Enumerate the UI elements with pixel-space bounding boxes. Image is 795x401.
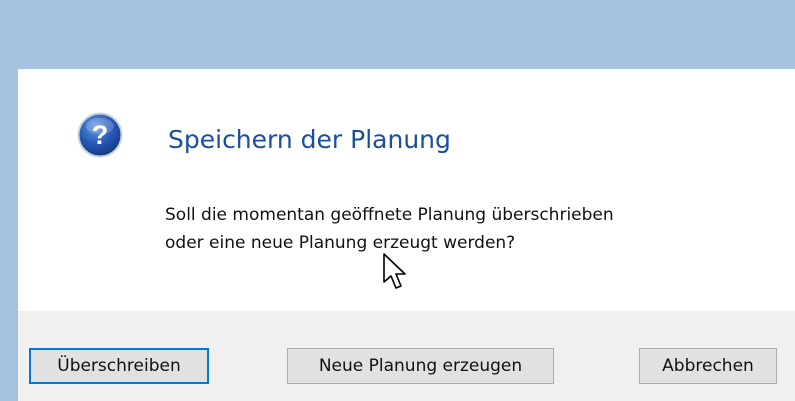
mouse-cursor-icon [383, 253, 406, 289]
dialog-title: Speichern der Planung [168, 125, 451, 154]
overwrite-button[interactable]: Überschreiben [29, 348, 209, 384]
dialog-message: Soll die momentan geöffnete Planung über… [165, 201, 765, 257]
dialog-content: ? Speichern der Planung Soll die momenta… [18, 69, 795, 311]
create-new-planning-button[interactable]: Neue Planung erzeugen [287, 348, 554, 384]
question-icon: ? [77, 112, 123, 158]
message-line-1: Soll die momentan geöffnete Planung über… [165, 205, 614, 225]
message-line-2: oder eine neue Planung erzeugt werden? [165, 233, 516, 253]
svg-text:?: ? [92, 120, 109, 150]
cancel-button[interactable]: Abbrechen [639, 348, 777, 384]
dialog-window: ? Speichern der Planung Soll die momenta… [18, 69, 795, 401]
